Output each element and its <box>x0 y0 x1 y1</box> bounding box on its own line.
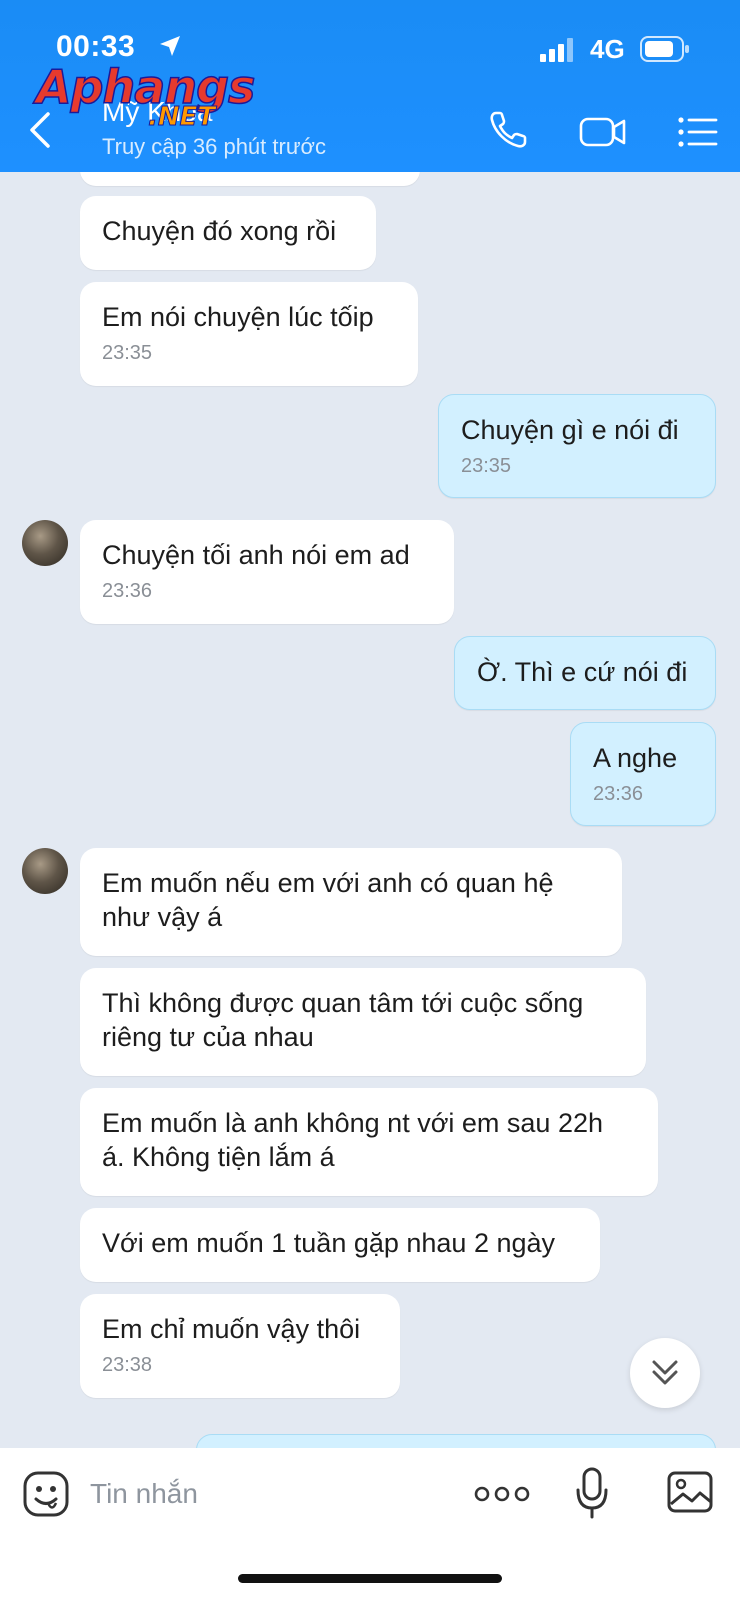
message-text: Em chỉ muốn vậy thôi <box>102 1314 361 1344</box>
message-bubble-incoming[interactable]: Em muốn là anh không nt với em sau 22h á… <box>80 1088 658 1196</box>
message-text: Chuyện gì e nói đi <box>461 415 679 445</box>
sticker-emoji-icon[interactable] <box>22 1470 70 1518</box>
microphone-icon[interactable] <box>574 1466 610 1520</box>
status-time: 00:33 <box>56 30 136 63</box>
message-time: 23:35 <box>461 455 512 477</box>
message-text: Chuyện tối anh nói em ad <box>102 540 410 570</box>
network-type: 4G <box>590 34 625 64</box>
message-bubble-outgoing[interactable]: A nghe 23:36 <box>570 722 716 826</box>
double-chevron-down-icon <box>652 1360 678 1385</box>
message-text: Em muốn là anh không nt với em sau 22h á… <box>102 1108 603 1172</box>
message-bubble-incoming[interactable]: Với em muốn 1 tuần gặp nhau 2 ngày <box>80 1208 600 1282</box>
message-text: Em muốn nếu em với anh có quan hệ như vậ… <box>102 868 554 932</box>
message-bubble-incoming[interactable]: Chuyện tối anh nói em ad 23:36 <box>80 520 454 624</box>
message-input[interactable]: Tin nhắn <box>90 1478 198 1510</box>
message-bubble-partial <box>80 172 420 186</box>
message-bubble-incoming[interactable]: Thì không được quan tâm tới cuộc sống ri… <box>80 968 646 1076</box>
video-call-icon[interactable] <box>578 110 628 154</box>
composer-bar: Tin nhắn <box>0 1448 740 1600</box>
message-bubble-incoming[interactable]: Em nói chuyện lúc tốip 23:35 <box>80 282 418 386</box>
message-bubble-incoming[interactable]: Chuyện đó xong rồi <box>80 196 376 270</box>
message-text: Em nói chuyện lúc tốip <box>102 302 374 332</box>
location-arrow-icon <box>160 36 180 56</box>
signal-icon <box>540 38 573 62</box>
message-text: Thì không được quan tâm tới cuộc sống ri… <box>102 988 584 1052</box>
phone-call-icon[interactable] <box>486 108 530 152</box>
watermark-logo: Aphangs .NET <box>35 59 256 132</box>
message-bubble-incoming[interactable]: Em chỉ muốn vậy thôi 23:38 <box>80 1294 400 1398</box>
back-arrow-icon[interactable] <box>26 110 54 150</box>
message-time: 23:36 <box>593 783 644 805</box>
message-text: Với em muốn 1 tuần gặp nhau 2 ngày <box>102 1228 556 1258</box>
message-bubble-partial <box>196 1434 716 1448</box>
contact-status: Truy cập 36 phút trước <box>102 134 326 159</box>
message-time: 23:36 <box>102 580 153 602</box>
contact-avatar[interactable] <box>22 520 68 566</box>
message-text: Ờ. Thì e cứ nói đi <box>477 657 688 687</box>
message-text: Chuyện đó xong rồi <box>102 216 337 246</box>
message-bubble-incoming[interactable]: Em muốn nếu em với anh có quan hệ như vậ… <box>80 848 622 956</box>
message-bubble-outgoing[interactable]: Ờ. Thì e cứ nói đi <box>454 636 716 710</box>
contact-avatar[interactable] <box>22 848 68 894</box>
menu-list-icon[interactable] <box>676 112 720 156</box>
message-bubble-outgoing[interactable]: Chuyện gì e nói đi 23:35 <box>438 394 716 498</box>
battery-icon <box>640 36 689 62</box>
home-indicator <box>238 1574 502 1583</box>
message-text: A nghe <box>593 743 678 773</box>
chat-header: 00:33 4G Mỹ Khoa Truy cập 36 phút trước … <box>0 0 740 172</box>
message-list[interactable]: Chuyện đó xong rồi Em nói chuyện lúc tối… <box>0 172 740 1448</box>
more-options-icon[interactable] <box>474 1484 530 1504</box>
image-gallery-icon[interactable] <box>666 1470 714 1514</box>
message-time: 23:35 <box>102 342 153 364</box>
message-time: 23:38 <box>102 1354 153 1376</box>
scroll-to-bottom-button[interactable] <box>630 1338 700 1408</box>
